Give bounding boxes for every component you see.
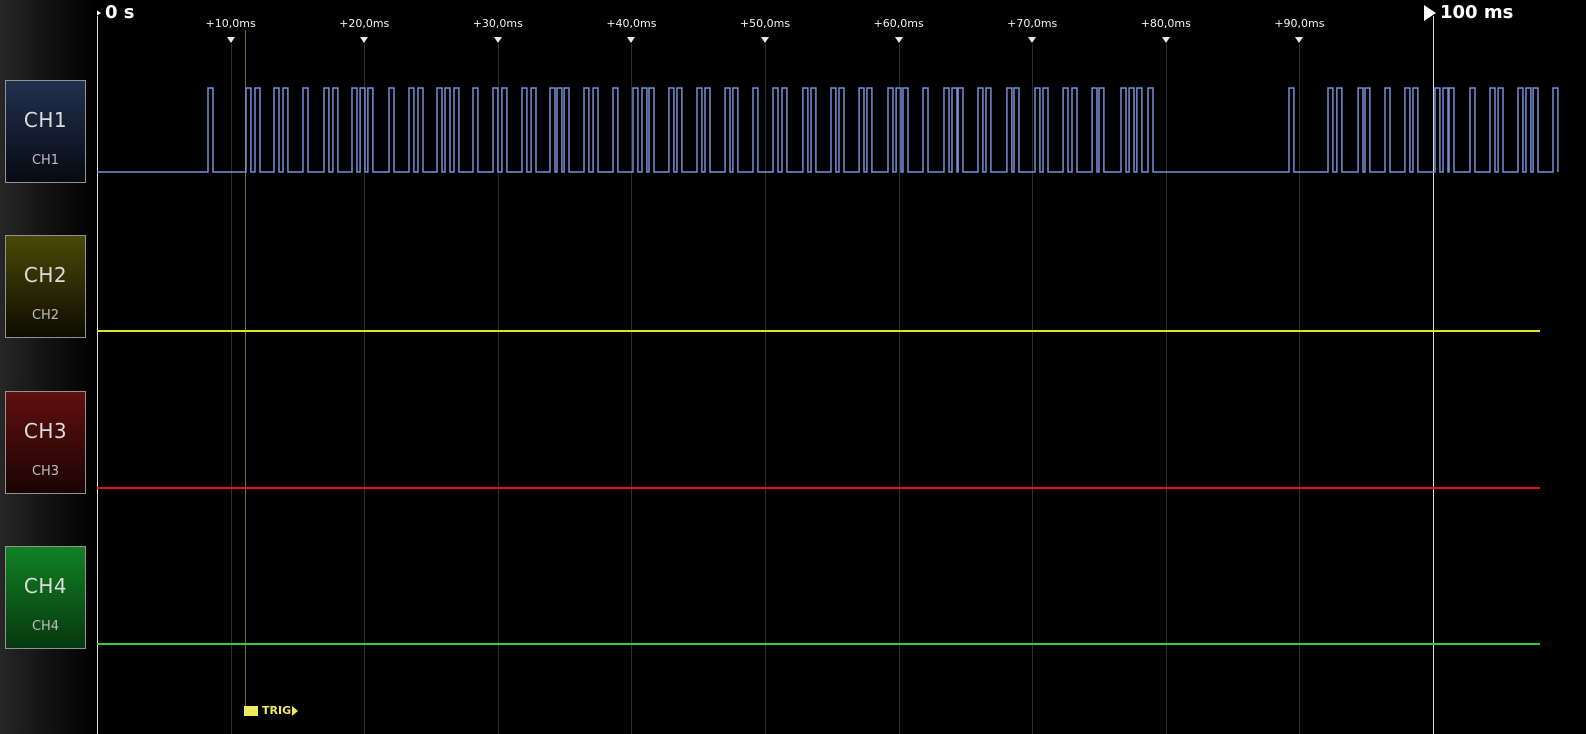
channel-button-ch4[interactable]: CH4 CH4 xyxy=(5,546,86,649)
time-tick-label: +10,0ms xyxy=(205,17,256,30)
time-tick-icon xyxy=(761,37,769,43)
time-gridline xyxy=(631,44,633,734)
trigger-line xyxy=(245,30,247,706)
time-gridline xyxy=(364,44,366,734)
time-tick-icon xyxy=(1295,37,1304,43)
channel-button-ch3[interactable]: CH3 CH3 xyxy=(5,391,86,494)
time-tick-label: +90,0ms xyxy=(1274,17,1325,30)
capture-end-label: 100 ms xyxy=(1440,2,1514,23)
time-tick-label: +40,0ms xyxy=(606,17,657,30)
time-gridline xyxy=(1165,44,1167,734)
ch1-waveform xyxy=(97,87,1559,173)
time-tick-icon xyxy=(1028,37,1037,43)
time-tick-label: +80,0ms xyxy=(1140,17,1191,30)
time-tick-icon xyxy=(493,37,502,43)
time-tick-label: +50,0ms xyxy=(739,17,791,30)
time-gridline xyxy=(765,44,766,734)
time-tick-label: +60,0ms xyxy=(873,17,924,30)
time-gridline xyxy=(230,44,232,734)
channel-label: CH2 xyxy=(23,263,68,287)
trigger-marker[interactable]: TRIG xyxy=(244,704,299,717)
time-tick-label: +20,0ms xyxy=(339,17,390,30)
trigger-arrow-icon xyxy=(292,705,299,716)
channel-sublabel: CH4 xyxy=(31,619,60,634)
trigger-flag-icon xyxy=(244,705,259,716)
channel-button-ch2[interactable]: CH2 CH2 xyxy=(5,235,86,338)
channel-sublabel: CH1 xyxy=(31,153,60,168)
time-tick-label: +30,0ms xyxy=(472,17,523,30)
marker-arrow-icon xyxy=(1424,4,1436,21)
waveform-plot[interactable]: +10,0ms +20,0ms +30,0ms +40,0ms +50,0ms +60,0… xyxy=(0,0,1586,734)
capture-end-line xyxy=(1433,16,1434,734)
time-tick-icon xyxy=(1161,37,1170,43)
trigger-label: TRIG xyxy=(262,704,292,717)
time-gridline xyxy=(1299,44,1301,734)
capture-end-marker[interactable]: 100 ms xyxy=(1424,2,1513,23)
time-gridline xyxy=(497,44,499,734)
capture-start-line xyxy=(97,16,98,734)
channel-label: CH3 xyxy=(23,419,68,443)
channel-button-ch1[interactable]: CH1 CH1 xyxy=(5,80,86,183)
time-tick-icon xyxy=(894,37,903,43)
time-gridline xyxy=(1032,44,1034,734)
channel-label: CH4 xyxy=(23,574,68,598)
time-tick-icon xyxy=(360,37,369,43)
time-tick-label: +70,0ms xyxy=(1007,17,1058,30)
channel-label: CH1 xyxy=(23,108,68,132)
time-tick-icon xyxy=(627,37,636,43)
time-gridline xyxy=(898,44,900,734)
time-tick-icon xyxy=(226,37,235,43)
channel-sidebar: CH1 CH1 CH2 CH2 CH3 CH3 CH4 CH4 xyxy=(0,0,97,734)
channel-sublabel: CH3 xyxy=(31,464,60,479)
channel-sublabel: CH2 xyxy=(31,308,60,323)
capture-start-label: 0 s xyxy=(105,2,135,23)
logic-analyzer-screen: +10,0ms +20,0ms +30,0ms +40,0ms +50,0ms +60,0… xyxy=(0,0,1586,734)
waveform-layer xyxy=(97,87,1559,645)
